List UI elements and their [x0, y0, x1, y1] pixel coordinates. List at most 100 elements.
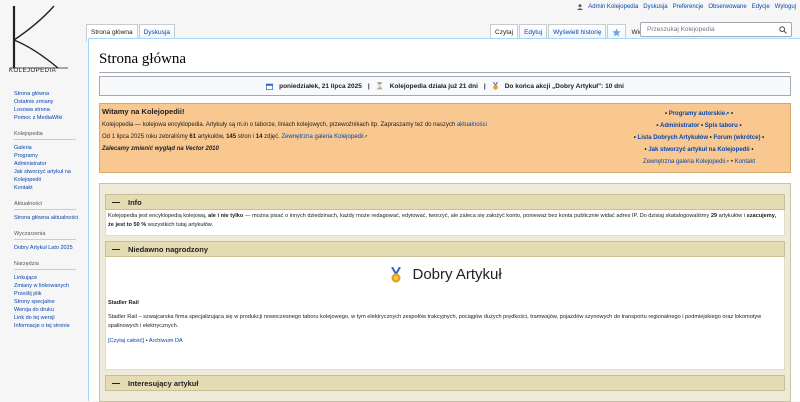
- preferences-link[interactable]: Preferencje: [673, 4, 704, 10]
- info-bar: poniedziałek, 21 lipca 2025 | ⌛ Kolejope…: [99, 76, 791, 96]
- user-page-link[interactable]: Admin Kolejopedia: [588, 4, 638, 10]
- sidebar-item-gallery[interactable]: Galeria: [14, 144, 84, 152]
- stats-text: Od 1 lipca 2025 roku zebraliśmy: [102, 134, 190, 140]
- tab-edit-link[interactable]: Edytuj: [524, 29, 542, 36]
- good-articles-list-link[interactable]: Lista Dobrych Artykułów: [638, 135, 708, 141]
- search-input[interactable]: Przeszukaj Kolejopedia: [640, 22, 792, 37]
- personal-tools: Admin Kolejopedia Dyskusja Preferencje O…: [577, 4, 796, 10]
- read-more-link[interactable]: [Czytaj całość]: [108, 338, 144, 344]
- welcome-links: • Programy autorskie↗ • • Administrator …: [614, 108, 784, 168]
- welcome-text: Witamy na Kolejopedii! Kolejopedia — kol…: [102, 107, 542, 158]
- administrator-link[interactable]: Administrator: [660, 123, 699, 129]
- contributions-link[interactable]: Edycje: [752, 4, 770, 10]
- logo-k-icon: [10, 5, 68, 69]
- info-text: wszystkich tutaj artykułów.: [146, 222, 214, 228]
- current-date: poniedziałek, 21 lipca 2025: [279, 82, 362, 90]
- collapse-icon[interactable]: [112, 382, 120, 384]
- bullet: •: [656, 123, 659, 129]
- bullet: •: [644, 147, 647, 153]
- sidebar-item-help[interactable]: Pomoc z MediaWiki: [14, 114, 84, 122]
- star-icon: [612, 28, 622, 37]
- section-info-header[interactable]: Info: [105, 194, 785, 210]
- collapse-icon[interactable]: [112, 248, 120, 250]
- bullet: •: [701, 123, 704, 129]
- section-awarded-header[interactable]: Niedawno nagrodzony: [105, 241, 785, 257]
- action-countdown: Do końca akcji „Dobry Artykuł": 10 dni: [504, 82, 624, 90]
- sidebar-heading-aktualnosci: Aktualności: [14, 200, 76, 210]
- article-links: [Czytaj całość] • Archiwum DA: [108, 337, 183, 346]
- sidebar-nav: Strona główna Ostatnie zmiany Losowa str…: [14, 90, 84, 122]
- welcome-title: Witamy na Kolejopedii!: [102, 107, 185, 116]
- logout-link[interactable]: Wyloguj: [775, 4, 796, 10]
- sidebar: Strona główna Ostatnie zmiany Losowa str…: [14, 90, 84, 338]
- site-logo[interactable]: [8, 4, 70, 76]
- content-area: Strona główna poniedziałek, 21 lipca 202…: [88, 38, 800, 402]
- bullet: •: [751, 147, 754, 153]
- external-gallery-link-2[interactable]: Zewnętrzna galeria Kolejopedii: [643, 159, 725, 165]
- sidebar-item-administrator[interactable]: Administrator: [14, 160, 84, 168]
- calendar-icon: [266, 83, 274, 90]
- section-awarded-body: Dobry Artykuł Stadler Rail Stadler Rail …: [105, 257, 785, 370]
- sidebar-item-contact[interactable]: Kontakt: [14, 184, 84, 192]
- sidebar-item-related-changes[interactable]: Zmiany w linkowanych: [14, 282, 84, 290]
- programs-link[interactable]: Programy autorskie: [669, 111, 725, 117]
- how-to-create-link[interactable]: Jak stworzyć artykuł na Kolejopedii: [648, 147, 749, 153]
- sidebar-item-good-article-summer[interactable]: Dobry Artykuł Lato 2025: [14, 244, 84, 252]
- info-text: Kolejopedia jest encyklopedią kolejową,: [108, 213, 209, 219]
- section-interesting-header[interactable]: Interesujący artykuł: [105, 375, 785, 391]
- contact-link[interactable]: Kontakt: [735, 159, 755, 165]
- medal-icon: [492, 82, 498, 90]
- sidebar-item-what-links-here[interactable]: Linkujące: [14, 274, 84, 282]
- rolling-stock-link[interactable]: Spis taboru: [705, 123, 738, 129]
- days-running: Kolejopedia działa już 21 dni: [389, 82, 478, 90]
- page-title: Strona główna: [99, 51, 187, 67]
- sidebar-item-programs[interactable]: Programy: [14, 152, 84, 160]
- sidebar-item-main-page[interactable]: Strona główna: [14, 90, 84, 98]
- info-text: artykułów i: [717, 213, 747, 219]
- stats-text: artykułów,: [196, 134, 227, 140]
- sidebar-wyczarzenia: Wyczarzenia Dobry Artykuł Lato 2025: [14, 230, 84, 252]
- news-link[interactable]: aktualności: [457, 122, 487, 128]
- sidebar-item-print[interactable]: Wersja do druku: [14, 306, 84, 314]
- sidebar-item-recent-changes[interactable]: Ostatnie zmiany: [14, 98, 84, 106]
- user-icon: [577, 4, 584, 10]
- bullet: •: [730, 159, 733, 165]
- sidebar-item-random-page[interactable]: Losowa strona: [14, 106, 84, 114]
- sidebar-item-special-pages[interactable]: Strony specjalne: [14, 298, 84, 306]
- stats-text: stron i: [236, 134, 256, 140]
- collapse-icon[interactable]: [112, 201, 120, 203]
- tab-discussion-link[interactable]: Dyskusja: [144, 29, 170, 36]
- watchlist-link[interactable]: Obserwowane: [708, 4, 746, 10]
- sidebar-item-how-to[interactable]: Jak stworzyć artykuł na Kolejopedii: [14, 168, 84, 184]
- article-name: Stadler Rail: [108, 300, 139, 306]
- welcome-box: Witamy na Kolejopedii! Kolejopedia — kol…: [99, 103, 791, 173]
- section-info-body: Kolejopedia jest encyklopedią kolejową, …: [105, 210, 785, 236]
- bullet: •: [664, 111, 668, 117]
- archive-link[interactable]: Archiwum DA: [149, 338, 183, 344]
- tab-history-link[interactable]: Wyświetl historię: [553, 29, 601, 36]
- user-talk-link[interactable]: Dyskusja: [643, 4, 667, 10]
- external-gallery-link[interactable]: Zewnętrzna galeria Kolejopedii: [281, 134, 363, 140]
- sidebar-aktualnosci: Aktualności Strona główna aktualności: [14, 200, 84, 222]
- external-link-icon: ↗: [725, 111, 730, 117]
- search-icon[interactable]: [779, 26, 787, 34]
- sidebar-item-permalink[interactable]: Link do tej wersji: [14, 314, 84, 322]
- sidebar-heading-kolejopedia: Kolejopedia: [14, 130, 76, 140]
- welcome-intro: Kolejopedia — kolejowa encyklopedia. Art…: [102, 122, 542, 128]
- title-divider: [99, 72, 790, 73]
- info-text: — można pisać o innych dziedzinach, każd…: [243, 213, 711, 219]
- sidebar-heading-wyczarzenia: Wyczarzenia: [14, 230, 76, 240]
- good-article-label: Dobry Artykuł: [412, 265, 502, 283]
- stats-text: zdjęć.: [262, 134, 282, 140]
- main-portal: Info Kolejopedia jest encyklopedią kolej…: [99, 183, 791, 402]
- bullet: •: [145, 338, 148, 344]
- bullet: •: [730, 111, 734, 117]
- forum-link[interactable]: Forum (wkrótce): [713, 135, 760, 141]
- separator: |: [483, 82, 486, 90]
- sidebar-item-upload[interactable]: Prześlij plik: [14, 290, 84, 298]
- welcome-intro-text: Kolejopedia — kolejowa encyklopedia. Art…: [102, 122, 457, 128]
- sidebar-item-page-info[interactable]: Informacje o tej stronie: [14, 322, 84, 330]
- sidebar-item-news-main[interactable]: Strona główna aktualności: [14, 214, 84, 222]
- bullet: •: [739, 123, 742, 129]
- search-placeholder: Przeszukaj Kolejopedia: [647, 26, 715, 33]
